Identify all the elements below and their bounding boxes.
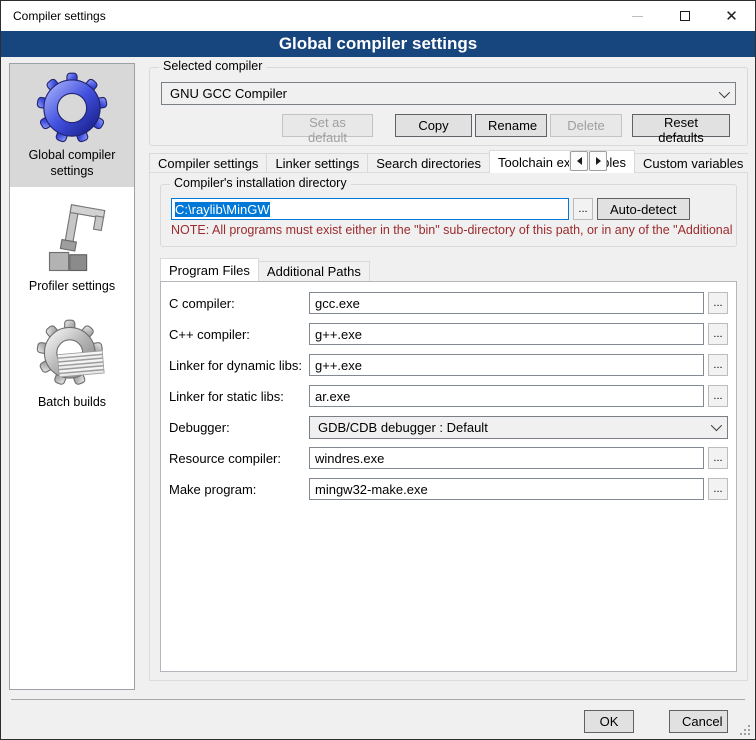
- footer: OK Cancel: [1, 708, 755, 734]
- close-icon: ✕: [725, 9, 738, 24]
- compiler-settings-dialog: Compiler settings ✕ Global compiler sett…: [0, 0, 756, 740]
- debugger-label: Debugger:: [169, 420, 309, 435]
- form-row-linker-static: Linker for static libs: ...: [169, 385, 728, 407]
- linker-static-browse-button[interactable]: ...: [708, 385, 728, 407]
- selected-compiler-group: Selected compiler GNU GCC Compiler Set a…: [149, 67, 748, 146]
- tab-compiler-settings[interactable]: Compiler settings: [149, 153, 267, 173]
- resource-compiler-browse-button[interactable]: ...: [708, 447, 728, 469]
- tab-additional-paths[interactable]: Additional Paths: [258, 261, 370, 281]
- cpp-compiler-input[interactable]: [309, 323, 704, 345]
- linker-static-label: Linker for static libs:: [169, 389, 309, 404]
- cpp-compiler-label: C++ compiler:: [169, 327, 309, 342]
- installation-directory-row: C:\raylib\MinGW ... Auto-detect: [171, 198, 726, 220]
- window-controls: ✕: [614, 1, 755, 31]
- install-dir-input[interactable]: C:\raylib\MinGW: [171, 198, 569, 220]
- install-dir-note: NOTE: All programs must exist either in …: [171, 223, 736, 237]
- form-row-debugger: Debugger: GDB/CDB debugger : Default: [169, 416, 728, 438]
- window-title: Compiler settings: [13, 9, 106, 23]
- tab-linker-settings[interactable]: Linker settings: [266, 153, 368, 173]
- set-as-default-button[interactable]: Set as default: [282, 114, 373, 137]
- arrow-left-icon: [577, 157, 582, 165]
- sidebar-item-batch-builds[interactable]: Batch builds: [10, 311, 134, 419]
- delete-button[interactable]: Delete: [550, 114, 622, 137]
- caliper-icon: [36, 203, 108, 275]
- sidebar-item-label: Profiler settings: [29, 279, 115, 295]
- page-title: Global compiler settings: [1, 31, 755, 57]
- sidebar-item-global-compiler-settings[interactable]: Global compiler settings: [10, 64, 134, 187]
- selected-compiler-legend: Selected compiler: [159, 59, 266, 73]
- settings-category-list: Global compiler settings Profiler settin…: [9, 63, 135, 690]
- tab-toolchain-executables[interactable]: Toolchain executables: [489, 150, 635, 173]
- resize-grip[interactable]: [748, 733, 750, 735]
- installation-directory-legend: Compiler's installation directory: [170, 176, 351, 190]
- title-bar: Compiler settings ✕: [1, 1, 755, 31]
- maximize-button[interactable]: [661, 1, 708, 31]
- tab-program-files[interactable]: Program Files: [160, 258, 259, 281]
- install-dir-browse-button[interactable]: ...: [573, 198, 593, 220]
- compiler-select-value: GNU GCC Compiler: [170, 86, 719, 101]
- sidebar-item-label: Batch builds: [38, 395, 106, 411]
- form-row-make-program: Make program: ...: [169, 478, 728, 500]
- compiler-select[interactable]: GNU GCC Compiler: [161, 82, 736, 105]
- settings-tab-strip: Compiler settings Linker settings Search…: [149, 150, 748, 173]
- c-compiler-input[interactable]: [309, 292, 704, 314]
- gear-blue-icon: [36, 72, 108, 144]
- cpp-compiler-browse-button[interactable]: ...: [708, 323, 728, 345]
- resource-compiler-label: Resource compiler:: [169, 451, 309, 466]
- install-dir-selected-text: C:\raylib\MinGW: [175, 202, 270, 217]
- tab-scroll-left-button[interactable]: [570, 151, 588, 171]
- ok-button[interactable]: OK: [584, 710, 634, 733]
- tab-search-directories[interactable]: Search directories: [367, 153, 490, 173]
- make-program-label: Make program:: [169, 482, 309, 497]
- rename-button[interactable]: Rename: [475, 114, 547, 137]
- chevron-down-icon: [711, 420, 722, 431]
- c-compiler-label: C compiler:: [169, 296, 309, 311]
- installation-directory-group: Compiler's installation directory C:\ray…: [160, 184, 737, 247]
- c-compiler-browse-button[interactable]: ...: [708, 292, 728, 314]
- cancel-button[interactable]: Cancel: [669, 710, 728, 733]
- tab-scroll-right-button[interactable]: [589, 151, 607, 171]
- linker-static-input[interactable]: [309, 385, 704, 407]
- linker-dynamic-input[interactable]: [309, 354, 704, 376]
- form-row-resource-compiler: Resource compiler: ...: [169, 447, 728, 469]
- toolchain-executables-page: Compiler's installation directory C:\ray…: [149, 172, 748, 681]
- debugger-select-value: GDB/CDB debugger : Default: [318, 420, 711, 435]
- arrow-right-icon: [596, 157, 601, 165]
- tab-scroll-arrows: [569, 151, 607, 171]
- tab-custom-variables[interactable]: Custom variables: [634, 153, 748, 173]
- compiler-buttons-row: Set as default Copy Rename Delete Reset …: [161, 114, 741, 137]
- chevron-down-icon: [719, 86, 730, 97]
- close-button[interactable]: ✕: [708, 1, 755, 31]
- minimize-icon: [632, 16, 643, 17]
- minimize-button[interactable]: [614, 1, 661, 31]
- gear-stack-icon: [36, 319, 108, 391]
- make-program-input[interactable]: [309, 478, 704, 500]
- program-files-panel: C compiler: ... C++ compiler: ... Linker…: [160, 281, 737, 672]
- make-program-browse-button[interactable]: ...: [708, 478, 728, 500]
- form-row-linker-dynamic: Linker for dynamic libs: ...: [169, 354, 728, 376]
- resource-compiler-input[interactable]: [309, 447, 704, 469]
- program-files-tab-strip: Program Files Additional Paths: [160, 259, 369, 281]
- maximize-icon: [680, 11, 690, 21]
- form-row-c-compiler: C compiler: ...: [169, 292, 728, 314]
- auto-detect-button[interactable]: Auto-detect: [597, 198, 690, 220]
- sidebar-item-profiler-settings[interactable]: Profiler settings: [10, 195, 134, 303]
- debugger-select[interactable]: GDB/CDB debugger : Default: [309, 416, 728, 439]
- linker-dynamic-label: Linker for dynamic libs:: [169, 358, 309, 373]
- form-row-cpp-compiler: C++ compiler: ...: [169, 323, 728, 345]
- copy-button[interactable]: Copy: [395, 114, 472, 137]
- sidebar-item-label: Global compiler settings: [12, 148, 132, 179]
- footer-divider: [11, 699, 745, 700]
- linker-dynamic-browse-button[interactable]: ...: [708, 354, 728, 376]
- reset-defaults-button[interactable]: Reset defaults: [632, 114, 730, 137]
